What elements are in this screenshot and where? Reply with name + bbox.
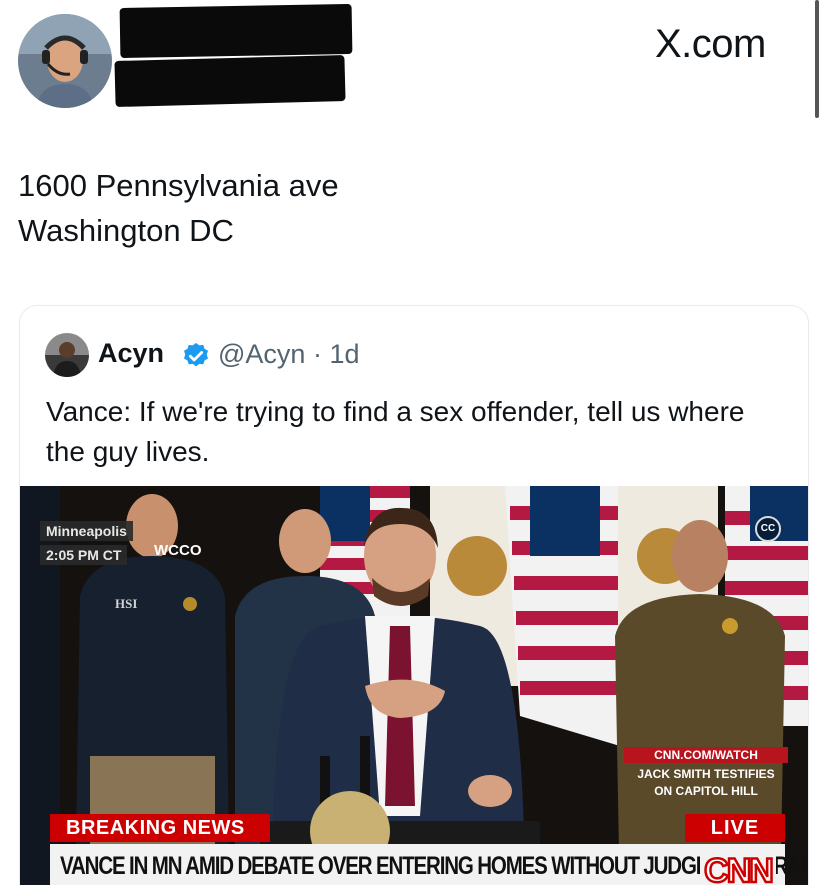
quoted-author-meta: @Acyn · 1d bbox=[218, 339, 359, 370]
quoted-author-name[interactable]: Acyn bbox=[98, 338, 164, 369]
side-headline-line-1: JACK SMITH TESTIFIES bbox=[637, 767, 775, 781]
verified-badge-icon bbox=[184, 342, 208, 367]
time-label: 2:05 PM CT bbox=[40, 545, 128, 565]
side-headline-line-2: ON CAPITOL HILL bbox=[654, 784, 758, 798]
separator-dot: · bbox=[305, 339, 330, 369]
quoted-author-avatar[interactable] bbox=[45, 333, 89, 377]
chyron-text: VANCE IN MN AMID DEBATE OVER ENTERING HO… bbox=[60, 852, 809, 880]
redacted-author-handle bbox=[114, 54, 346, 108]
tweet-text-line-2: Washington DC bbox=[18, 213, 234, 248]
source-label: X.com bbox=[655, 22, 766, 66]
svg-text:CNN: CNN bbox=[704, 852, 772, 885]
quoted-tweet-age[interactable]: 1d bbox=[329, 339, 359, 369]
quoted-tweet-video[interactable]: HSI Minneapolis 2:05 PM CT WCCO CC CNN.C… bbox=[20, 486, 808, 885]
cnn-logo-icon: CNN bbox=[700, 848, 776, 885]
quoted-tweet-text: Vance: If we're trying to find a sex off… bbox=[46, 396, 745, 467]
breaking-news-label: BREAKING NEWS bbox=[50, 814, 270, 842]
closed-captions-icon[interactable]: CC bbox=[755, 516, 781, 542]
scrollbar[interactable] bbox=[815, 0, 819, 118]
quoted-author-handle[interactable]: @Acyn bbox=[218, 339, 305, 369]
location-bug: Minneapolis 2:05 PM CT bbox=[40, 521, 133, 565]
live-label: LIVE bbox=[685, 814, 785, 842]
flag-us-2 bbox=[505, 486, 630, 746]
redacted-author-name bbox=[119, 3, 353, 59]
location-label: Minneapolis bbox=[40, 521, 133, 541]
vest-text: HSI bbox=[115, 596, 137, 611]
quoted-tweet-card[interactable]: Acyn @Acyn · 1d Vance: If we're trying t… bbox=[19, 305, 809, 885]
station-label: WCCO bbox=[154, 542, 202, 559]
cnn-watch-label: CNN.COM/WATCH bbox=[624, 747, 788, 763]
author-avatar[interactable] bbox=[18, 14, 112, 108]
tweet-text-line-1: 1600 Pennsylvania ave bbox=[18, 168, 339, 203]
news-chyron: VANCE IN MN AMID DEBATE OVER ENTERING HO… bbox=[50, 844, 808, 885]
side-headline: JACK SMITH TESTIFIES ON CAPITOL HILL bbox=[624, 766, 788, 800]
tweet-text: 1600 Pennsylvania ave Washington DC bbox=[18, 163, 339, 253]
